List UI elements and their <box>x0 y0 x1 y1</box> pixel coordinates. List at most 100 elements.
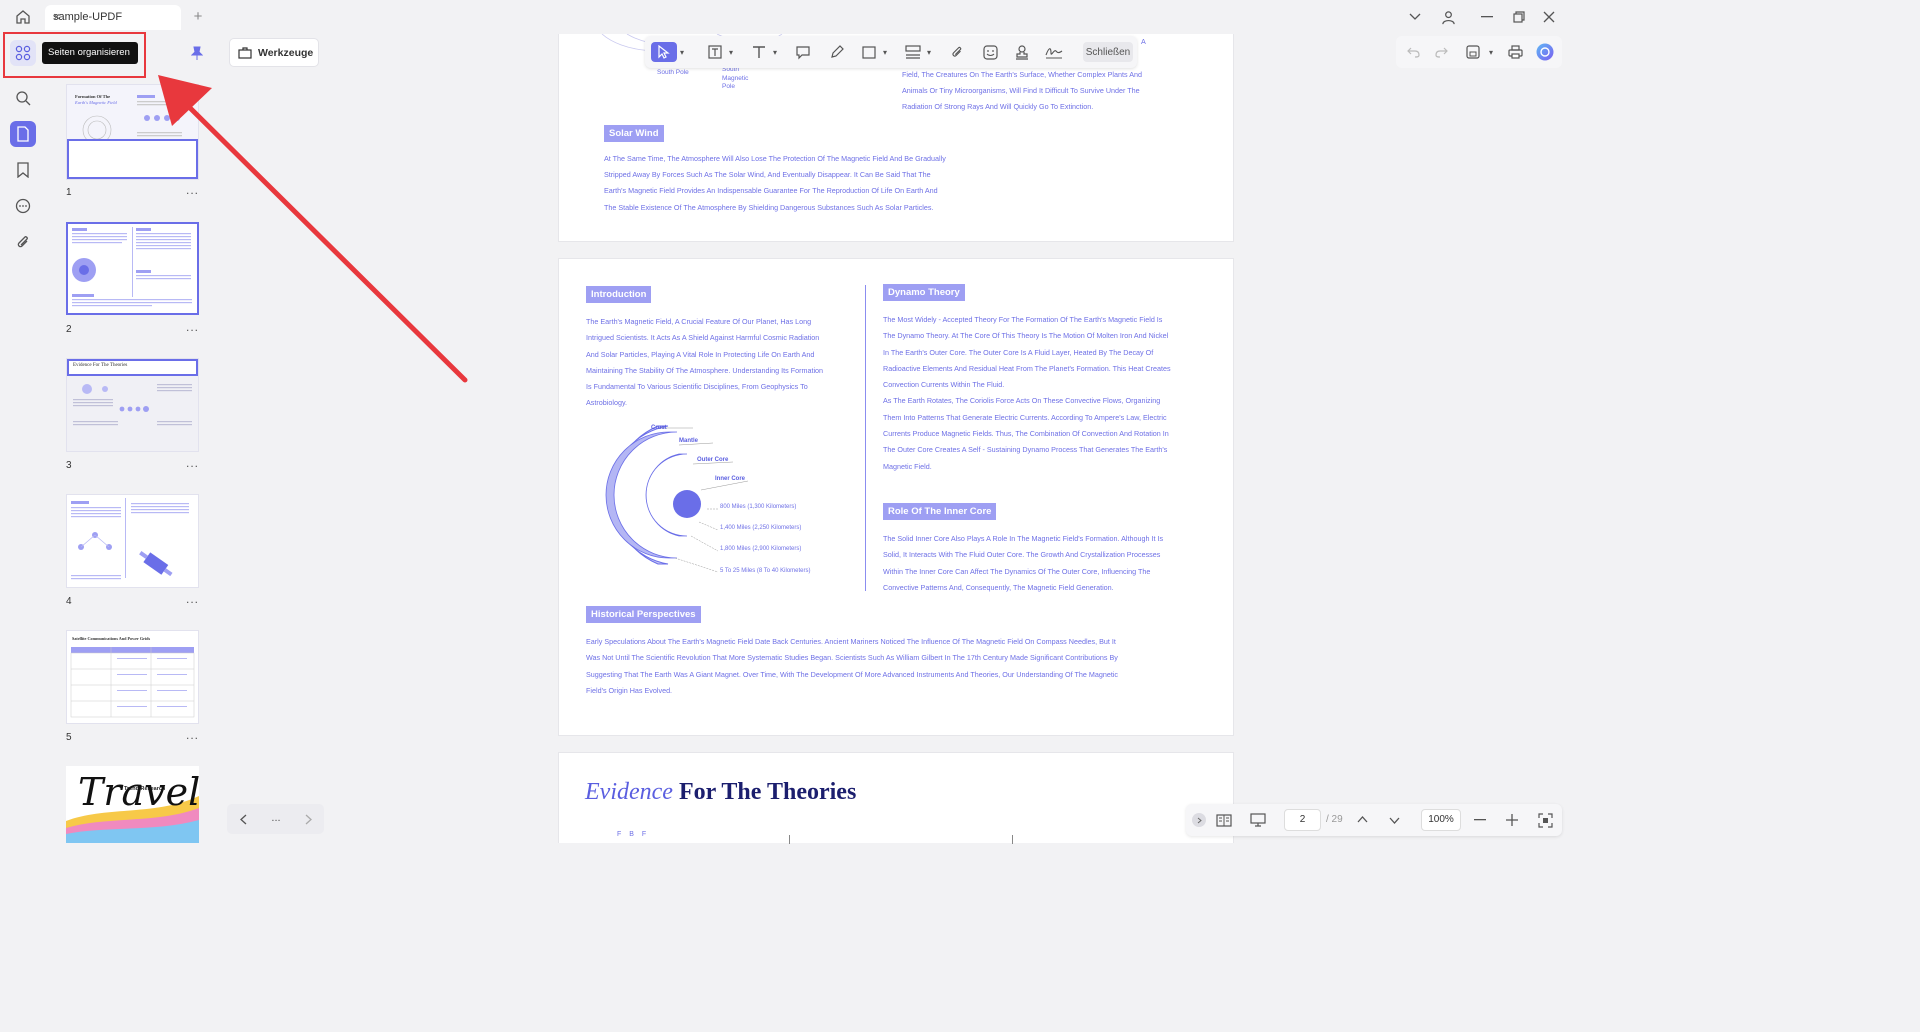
close-window-icon[interactable] <box>1539 7 1559 27</box>
text-line: The Earth's Magnetic Field, A Crucial Fe… <box>586 317 812 326</box>
text-line: Within The Inner Core Can Affect The Dyn… <box>883 567 1151 576</box>
text-line: The Most Widely - Accepted Theory For Th… <box>883 315 1163 324</box>
search-icon[interactable] <box>10 85 36 111</box>
text-line: At The Same Time, The Atmosphere Will Al… <box>604 154 946 163</box>
ai-assistant-icon[interactable] <box>1535 42 1555 62</box>
inner-core-header: Role Of The Inner Core <box>883 503 997 520</box>
dynamo-theory-header: Dynamo Theory <box>883 284 965 301</box>
thumb-content <box>72 227 192 307</box>
signature-tool-icon[interactable] <box>1043 42 1065 62</box>
collapse-icon[interactable] <box>1192 813 1206 827</box>
page-thumbnail-6[interactable]: Trend Research Travel <box>66 766 199 843</box>
distance-label: 1,400 Miles (2,250 Kilometers) <box>720 525 802 531</box>
chevron-down-icon[interactable]: ▾ <box>770 42 780 62</box>
tools-button[interactable]: Werkzeuge <box>229 38 319 67</box>
undo-icon[interactable] <box>1404 43 1422 61</box>
document-tab[interactable]: sample-UPDF × <box>45 5 181 30</box>
rectangle-tool-icon[interactable] <box>858 42 880 62</box>
close-toolbar-button[interactable]: Schließen <box>1083 42 1133 62</box>
right-toolbar: ▾ <box>1396 36 1562 68</box>
next-page-icon[interactable] <box>1386 812 1402 828</box>
thumb-menu-icon[interactable]: ... <box>186 728 199 742</box>
select-tool-icon[interactable] <box>651 42 677 62</box>
save-icon[interactable] <box>1464 43 1482 61</box>
text-box-tool-icon[interactable] <box>704 42 726 62</box>
thumbnails-icon[interactable] <box>10 121 36 147</box>
zoom-in-icon[interactable] <box>1504 812 1520 828</box>
zoom-level[interactable]: 100% <box>1421 809 1461 831</box>
measure-tool-icon[interactable] <box>902 42 924 62</box>
pdf-page-2: Introduction The Earth's Magnetic Field,… <box>558 258 1234 736</box>
page-thumbnail-1[interactable]: Formation Of The Earth's Magnetic Field <box>66 84 199 180</box>
solar-wind-header: Solar Wind <box>604 125 664 142</box>
previous-page-icon[interactable] <box>1354 811 1370 827</box>
page-thumbnail-2[interactable] <box>66 222 199 315</box>
thumb-menu-icon[interactable]: ... <box>186 456 199 470</box>
user-icon[interactable] <box>1438 7 1458 27</box>
text-line: Suggesting That The Earth Was A Giant Ma… <box>586 670 1119 679</box>
chevron-down-icon[interactable]: ▾ <box>1486 43 1496 61</box>
chevron-down-icon[interactable]: ▾ <box>924 42 934 62</box>
text-line: Maintaining The Stability Of The Atmosph… <box>586 366 824 375</box>
text-tool-icon[interactable] <box>748 42 770 62</box>
sticker-tool-icon[interactable] <box>979 42 1001 62</box>
text-line: Early Speculations About The Earth's Mag… <box>586 637 1116 646</box>
south-magnetic-pole-label: South Magnetic Pole <box>722 66 749 90</box>
minimize-icon[interactable] <box>1477 7 1497 27</box>
distance-label: 1,800 Miles (2,900 Kilometers) <box>720 546 802 552</box>
thumb-content <box>73 384 192 426</box>
pencil-tool-icon[interactable] <box>826 42 848 62</box>
text-line: Them Into Patterns That Generate Electri… <box>883 413 1167 422</box>
page-thumbnail-5[interactable]: Satellite Communications And Power Grids <box>66 630 199 724</box>
chevron-down-icon[interactable]: ▾ <box>880 42 890 62</box>
text-line: The Solid Inner Core Also Plays A Role I… <box>883 534 1164 543</box>
text-line: Radiation Of Strong Rays And Will Quickl… <box>902 102 1094 111</box>
text-line: The Dynamo Theory. At The Core Of This T… <box>883 331 1169 340</box>
close-tab-icon[interactable]: × <box>53 9 171 24</box>
page-thumbnail-3[interactable]: Evidence For The Theories <box>66 358 199 452</box>
thumb-selection-frame <box>67 139 198 179</box>
text-line: Stripped Away By Forces Such As The Sola… <box>604 170 931 179</box>
chevron-down-icon[interactable]: ▾ <box>726 42 736 62</box>
text-line: Solid, It Interacts With The Fluid Outer… <box>883 550 1161 559</box>
redo-icon[interactable] <box>1432 43 1450 61</box>
text-line: The Outer Core Creates A Self - Sustaini… <box>883 445 1168 454</box>
stamp-tool-icon[interactable] <box>1011 42 1033 62</box>
comment-icon[interactable] <box>10 193 36 219</box>
page-thumbnail-4[interactable] <box>66 494 199 588</box>
bookmark-icon[interactable] <box>10 157 36 183</box>
text-line: Currents Produce Magnetic Fields. Thus, … <box>883 429 1169 438</box>
pin-icon[interactable] <box>188 44 206 62</box>
chevron-right-icon[interactable] <box>300 811 316 827</box>
attachment-tool-icon[interactable] <box>946 42 968 62</box>
left-rail <box>0 34 44 843</box>
text-line: The Stable Existence Of The Atmosphere B… <box>604 203 934 212</box>
tools-label: Werkzeuge <box>258 47 314 59</box>
attachment-icon[interactable] <box>10 229 36 255</box>
two-page-view-icon[interactable] <box>1214 811 1234 829</box>
thumb-menu-icon[interactable]: ... <box>186 592 199 606</box>
page-number-4: 4 <box>66 596 72 607</box>
chevron-left-icon[interactable] <box>235 811 251 827</box>
divider-mark <box>1012 835 1013 844</box>
page-number-input[interactable]: 2 <box>1284 809 1321 831</box>
thumb-menu-icon[interactable]: ... <box>186 320 199 334</box>
home-icon[interactable] <box>12 6 34 28</box>
chevron-down-icon[interactable] <box>1406 8 1424 26</box>
text-line: A <box>1141 37 1146 46</box>
comment-tool-icon[interactable] <box>792 42 814 62</box>
zoom-out-icon[interactable] <box>1472 812 1488 828</box>
restore-icon[interactable] <box>1509 7 1529 27</box>
new-tab-icon[interactable]: + <box>190 7 206 25</box>
presentation-icon[interactable] <box>1248 811 1268 829</box>
page-title: Evidence For The Theories <box>585 779 856 806</box>
distance-label: 800 Miles (1,300 Kilometers) <box>720 504 797 510</box>
total-pages: / 29 <box>1326 814 1343 825</box>
more-icon[interactable]: ... <box>267 810 285 826</box>
text-line: And Solar Particles, Playing A Vital Rol… <box>586 350 815 359</box>
text-line: Convective Patterns And, Consequently, T… <box>883 583 1114 592</box>
chevron-down-icon[interactable]: ▾ <box>677 42 687 62</box>
thumb-menu-icon[interactable]: ... <box>186 183 199 197</box>
fit-page-icon[interactable] <box>1536 811 1554 829</box>
print-icon[interactable] <box>1506 43 1524 61</box>
